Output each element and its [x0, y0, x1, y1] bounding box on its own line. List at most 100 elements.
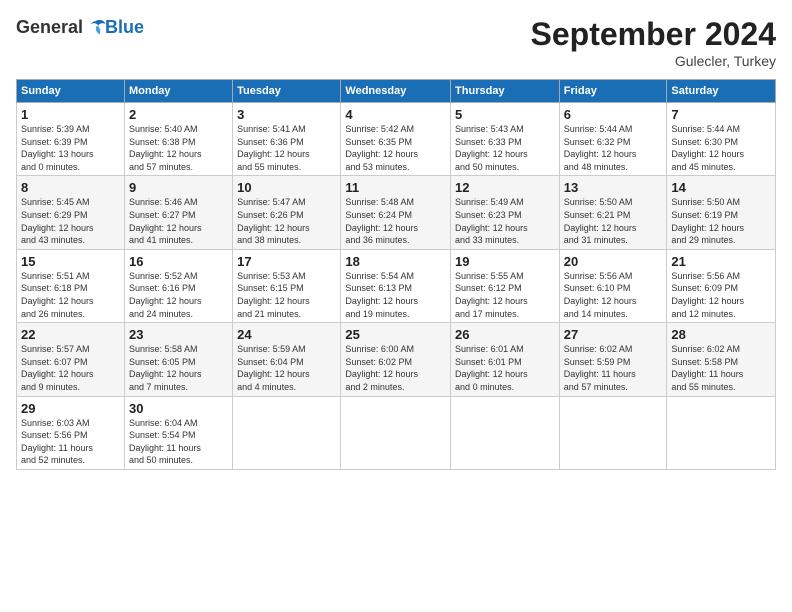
- day-info: Sunrise: 5:57 AM Sunset: 6:07 PM Dayligh…: [21, 343, 120, 393]
- month-title: September 2024: [531, 16, 776, 53]
- day-info: Sunrise: 5:55 AM Sunset: 6:12 PM Dayligh…: [455, 270, 555, 320]
- day-number: 15: [21, 254, 120, 269]
- calendar-cell: 27Sunrise: 6:02 AM Sunset: 5:59 PM Dayli…: [559, 323, 667, 396]
- day-info: Sunrise: 6:03 AM Sunset: 5:56 PM Dayligh…: [21, 417, 120, 467]
- calendar-week-row: 22Sunrise: 5:57 AM Sunset: 6:07 PM Dayli…: [17, 323, 776, 396]
- day-number: 26: [455, 327, 555, 342]
- day-number: 16: [129, 254, 228, 269]
- day-info: Sunrise: 5:47 AM Sunset: 6:26 PM Dayligh…: [237, 196, 336, 246]
- day-number: 24: [237, 327, 336, 342]
- weekday-header-saturday: Saturday: [667, 80, 776, 103]
- calendar-cell: 7Sunrise: 5:44 AM Sunset: 6:30 PM Daylig…: [667, 103, 776, 176]
- calendar-cell: 4Sunrise: 5:42 AM Sunset: 6:35 PM Daylig…: [341, 103, 451, 176]
- calendar-header-row: SundayMondayTuesdayWednesdayThursdayFrid…: [17, 80, 776, 103]
- day-number: 2: [129, 107, 228, 122]
- day-info: Sunrise: 6:01 AM Sunset: 6:01 PM Dayligh…: [455, 343, 555, 393]
- day-number: 27: [564, 327, 663, 342]
- calendar-cell: 15Sunrise: 5:51 AM Sunset: 6:18 PM Dayli…: [17, 249, 125, 322]
- calendar-cell: [341, 396, 451, 469]
- calendar-cell: 23Sunrise: 5:58 AM Sunset: 6:05 PM Dayli…: [124, 323, 232, 396]
- calendar-cell: [667, 396, 776, 469]
- calendar-cell: 11Sunrise: 5:48 AM Sunset: 6:24 PM Dayli…: [341, 176, 451, 249]
- calendar-cell: 30Sunrise: 6:04 AM Sunset: 5:54 PM Dayli…: [124, 396, 232, 469]
- day-info: Sunrise: 5:41 AM Sunset: 6:36 PM Dayligh…: [237, 123, 336, 173]
- day-number: 25: [345, 327, 446, 342]
- calendar-cell: [233, 396, 341, 469]
- logo-general: General: [16, 17, 83, 38]
- day-info: Sunrise: 5:49 AM Sunset: 6:23 PM Dayligh…: [455, 196, 555, 246]
- calendar-cell: 9Sunrise: 5:46 AM Sunset: 6:27 PM Daylig…: [124, 176, 232, 249]
- day-info: Sunrise: 5:44 AM Sunset: 6:32 PM Dayligh…: [564, 123, 663, 173]
- day-number: 28: [671, 327, 771, 342]
- day-number: 6: [564, 107, 663, 122]
- page-header: General Blue September 2024 Gulecler, Tu…: [16, 16, 776, 69]
- calendar-cell: 22Sunrise: 5:57 AM Sunset: 6:07 PM Dayli…: [17, 323, 125, 396]
- day-info: Sunrise: 5:40 AM Sunset: 6:38 PM Dayligh…: [129, 123, 228, 173]
- day-number: 12: [455, 180, 555, 195]
- calendar-cell: 25Sunrise: 6:00 AM Sunset: 6:02 PM Dayli…: [341, 323, 451, 396]
- weekday-header-wednesday: Wednesday: [341, 80, 451, 103]
- calendar-week-row: 8Sunrise: 5:45 AM Sunset: 6:29 PM Daylig…: [17, 176, 776, 249]
- weekday-header-tuesday: Tuesday: [233, 80, 341, 103]
- day-number: 3: [237, 107, 336, 122]
- calendar-cell: 5Sunrise: 5:43 AM Sunset: 6:33 PM Daylig…: [451, 103, 560, 176]
- calendar-cell: 17Sunrise: 5:53 AM Sunset: 6:15 PM Dayli…: [233, 249, 341, 322]
- day-number: 17: [237, 254, 336, 269]
- day-number: 1: [21, 107, 120, 122]
- day-info: Sunrise: 5:54 AM Sunset: 6:13 PM Dayligh…: [345, 270, 446, 320]
- weekday-header-friday: Friday: [559, 80, 667, 103]
- day-info: Sunrise: 5:46 AM Sunset: 6:27 PM Dayligh…: [129, 196, 228, 246]
- calendar-cell: 18Sunrise: 5:54 AM Sunset: 6:13 PM Dayli…: [341, 249, 451, 322]
- day-number: 14: [671, 180, 771, 195]
- calendar-cell: 19Sunrise: 5:55 AM Sunset: 6:12 PM Dayli…: [451, 249, 560, 322]
- day-number: 10: [237, 180, 336, 195]
- calendar-cell: 14Sunrise: 5:50 AM Sunset: 6:19 PM Dayli…: [667, 176, 776, 249]
- day-number: 13: [564, 180, 663, 195]
- calendar-cell: 3Sunrise: 5:41 AM Sunset: 6:36 PM Daylig…: [233, 103, 341, 176]
- weekday-header-thursday: Thursday: [451, 80, 560, 103]
- day-info: Sunrise: 5:59 AM Sunset: 6:04 PM Dayligh…: [237, 343, 336, 393]
- day-info: Sunrise: 5:50 AM Sunset: 6:19 PM Dayligh…: [671, 196, 771, 246]
- day-info: Sunrise: 6:04 AM Sunset: 5:54 PM Dayligh…: [129, 417, 228, 467]
- calendar-cell: 2Sunrise: 5:40 AM Sunset: 6:38 PM Daylig…: [124, 103, 232, 176]
- day-info: Sunrise: 5:42 AM Sunset: 6:35 PM Dayligh…: [345, 123, 446, 173]
- calendar-cell: 13Sunrise: 5:50 AM Sunset: 6:21 PM Dayli…: [559, 176, 667, 249]
- logo-bird-icon: [85, 16, 107, 38]
- day-info: Sunrise: 5:45 AM Sunset: 6:29 PM Dayligh…: [21, 196, 120, 246]
- weekday-header-sunday: Sunday: [17, 80, 125, 103]
- logo-blue: Blue: [105, 17, 144, 38]
- day-info: Sunrise: 5:50 AM Sunset: 6:21 PM Dayligh…: [564, 196, 663, 246]
- day-info: Sunrise: 5:43 AM Sunset: 6:33 PM Dayligh…: [455, 123, 555, 173]
- logo: General Blue: [16, 16, 144, 38]
- day-number: 19: [455, 254, 555, 269]
- day-number: 8: [21, 180, 120, 195]
- calendar-cell: 10Sunrise: 5:47 AM Sunset: 6:26 PM Dayli…: [233, 176, 341, 249]
- day-number: 22: [21, 327, 120, 342]
- calendar-cell: 21Sunrise: 5:56 AM Sunset: 6:09 PM Dayli…: [667, 249, 776, 322]
- calendar-cell: 1Sunrise: 5:39 AM Sunset: 6:39 PM Daylig…: [17, 103, 125, 176]
- day-number: 18: [345, 254, 446, 269]
- location-subtitle: Gulecler, Turkey: [531, 53, 776, 69]
- calendar-cell: [559, 396, 667, 469]
- calendar-table: SundayMondayTuesdayWednesdayThursdayFrid…: [16, 79, 776, 470]
- calendar-cell: 29Sunrise: 6:03 AM Sunset: 5:56 PM Dayli…: [17, 396, 125, 469]
- calendar-week-row: 15Sunrise: 5:51 AM Sunset: 6:18 PM Dayli…: [17, 249, 776, 322]
- calendar-cell: 6Sunrise: 5:44 AM Sunset: 6:32 PM Daylig…: [559, 103, 667, 176]
- calendar-cell: 8Sunrise: 5:45 AM Sunset: 6:29 PM Daylig…: [17, 176, 125, 249]
- calendar-cell: 20Sunrise: 5:56 AM Sunset: 6:10 PM Dayli…: [559, 249, 667, 322]
- day-number: 11: [345, 180, 446, 195]
- day-info: Sunrise: 5:48 AM Sunset: 6:24 PM Dayligh…: [345, 196, 446, 246]
- calendar-cell: 26Sunrise: 6:01 AM Sunset: 6:01 PM Dayli…: [451, 323, 560, 396]
- calendar-week-row: 29Sunrise: 6:03 AM Sunset: 5:56 PM Dayli…: [17, 396, 776, 469]
- calendar-cell: 24Sunrise: 5:59 AM Sunset: 6:04 PM Dayli…: [233, 323, 341, 396]
- calendar-cell: 16Sunrise: 5:52 AM Sunset: 6:16 PM Dayli…: [124, 249, 232, 322]
- day-info: Sunrise: 5:51 AM Sunset: 6:18 PM Dayligh…: [21, 270, 120, 320]
- day-number: 9: [129, 180, 228, 195]
- day-number: 7: [671, 107, 771, 122]
- day-number: 29: [21, 401, 120, 416]
- calendar-week-row: 1Sunrise: 5:39 AM Sunset: 6:39 PM Daylig…: [17, 103, 776, 176]
- day-number: 23: [129, 327, 228, 342]
- day-info: Sunrise: 6:02 AM Sunset: 5:59 PM Dayligh…: [564, 343, 663, 393]
- day-info: Sunrise: 5:56 AM Sunset: 6:09 PM Dayligh…: [671, 270, 771, 320]
- day-info: Sunrise: 5:58 AM Sunset: 6:05 PM Dayligh…: [129, 343, 228, 393]
